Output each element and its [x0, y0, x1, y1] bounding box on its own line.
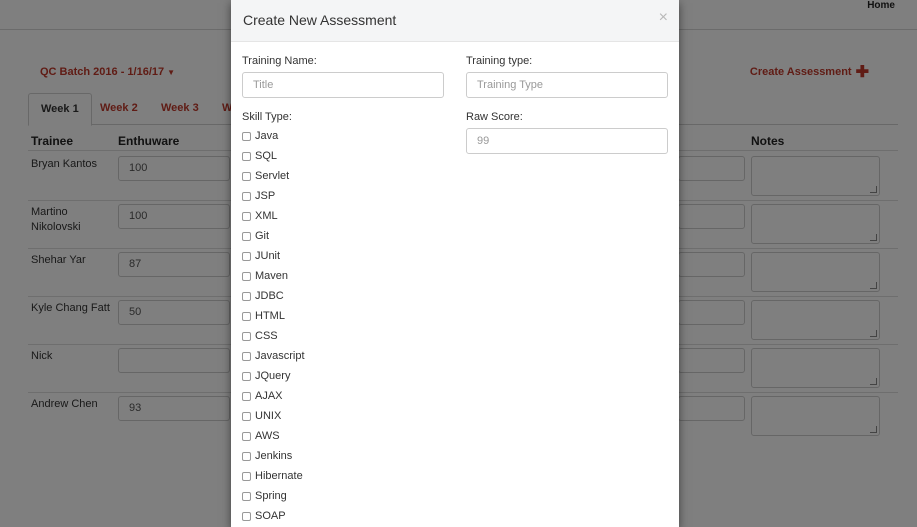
modal-header: Create New Assessment ×	[231, 0, 679, 42]
checkbox-icon[interactable]	[242, 391, 251, 401]
training-name-input[interactable]	[242, 72, 444, 98]
raw-score-label: Raw Score:	[466, 111, 523, 123]
skill-checkbox-java[interactable]: Java	[242, 129, 278, 143]
skill-checkbox-servlet[interactable]: Servlet	[242, 169, 289, 183]
skill-label: JSP	[255, 190, 276, 202]
skill-checkbox-hibernate[interactable]: Hibernate	[242, 469, 303, 483]
skill-checkbox-css[interactable]: CSS	[242, 329, 278, 343]
raw-score-input[interactable]	[466, 128, 668, 154]
close-icon[interactable]: ×	[659, 9, 668, 27]
skill-label: AJAX	[255, 390, 283, 402]
skill-label: JUnit	[255, 250, 281, 262]
checkbox-icon[interactable]	[242, 431, 251, 441]
checkbox-icon[interactable]	[242, 291, 251, 301]
training-type-label: Training type:	[466, 55, 533, 67]
checkbox-icon[interactable]	[242, 231, 251, 241]
checkbox-icon[interactable]	[242, 351, 251, 361]
skill-checkbox-soap[interactable]: SOAP	[242, 509, 286, 523]
skill-checkbox-spring[interactable]: Spring	[242, 489, 287, 503]
checkbox-icon[interactable]	[242, 171, 251, 181]
skill-label: Javascript	[255, 350, 305, 362]
skill-type-label: Skill Type:	[242, 111, 292, 123]
skill-label: HTML	[255, 310, 285, 322]
checkbox-icon[interactable]	[242, 491, 251, 501]
skill-label: CSS	[255, 330, 278, 342]
skill-label: JDBC	[255, 290, 284, 302]
skill-checkbox-ajax[interactable]: AJAX	[242, 389, 283, 403]
skill-label: AWS	[255, 430, 280, 442]
skill-checkbox-sql[interactable]: SQL	[242, 149, 277, 163]
skill-label: Servlet	[255, 170, 290, 182]
modal-title: Create New Assessment	[243, 12, 397, 28]
skill-checkbox-maven[interactable]: Maven	[242, 269, 288, 283]
skill-checkbox-jenkins[interactable]: Jenkins	[242, 449, 292, 463]
checkbox-icon[interactable]	[242, 411, 251, 421]
skill-label: Git	[255, 230, 270, 242]
checkbox-icon[interactable]	[242, 471, 251, 481]
checkbox-icon[interactable]	[242, 251, 251, 261]
create-assessment-modal: Create New Assessment × Training Name: T…	[231, 0, 679, 527]
skill-checkbox-unix[interactable]: UNIX	[242, 409, 281, 423]
skill-label: Jenkins	[255, 450, 293, 462]
skill-label: Maven	[255, 270, 289, 282]
skill-label: Spring	[255, 490, 287, 502]
checkbox-icon[interactable]	[242, 211, 251, 221]
skill-checkbox-junit[interactable]: JUnit	[242, 249, 280, 263]
checkbox-icon[interactable]	[242, 451, 251, 461]
skill-checkbox-xml[interactable]: XML	[242, 209, 278, 223]
training-type-input[interactable]	[466, 72, 668, 98]
skill-checkbox-jsp[interactable]: JSP	[242, 189, 275, 203]
checkbox-icon[interactable]	[242, 511, 251, 521]
checkbox-icon[interactable]	[242, 131, 251, 141]
checkbox-icon[interactable]	[242, 151, 251, 161]
checkbox-icon[interactable]	[242, 271, 251, 281]
skill-label: XML	[255, 210, 278, 222]
skill-label: SOAP	[255, 510, 286, 522]
checkbox-icon[interactable]	[242, 331, 251, 341]
checkbox-icon[interactable]	[242, 191, 251, 201]
training-name-label: Training Name:	[242, 55, 317, 67]
skill-checkbox-aws[interactable]: AWS	[242, 429, 280, 443]
skill-label: Hibernate	[255, 470, 303, 482]
skill-checkbox-git[interactable]: Git	[242, 229, 269, 243]
skill-label: JQuery	[255, 370, 291, 382]
skill-checkbox-javascript[interactable]: Javascript	[242, 349, 305, 363]
checkbox-icon[interactable]	[242, 311, 251, 321]
skill-checkbox-jquery[interactable]: JQuery	[242, 369, 290, 383]
skill-label: SQL	[255, 150, 278, 162]
checkbox-icon[interactable]	[242, 371, 251, 381]
skill-checkbox-jdbc[interactable]: JDBC	[242, 289, 284, 303]
skill-label: UNIX	[255, 410, 282, 422]
skill-label: Java	[255, 130, 279, 142]
skill-checkbox-html[interactable]: HTML	[242, 309, 285, 323]
